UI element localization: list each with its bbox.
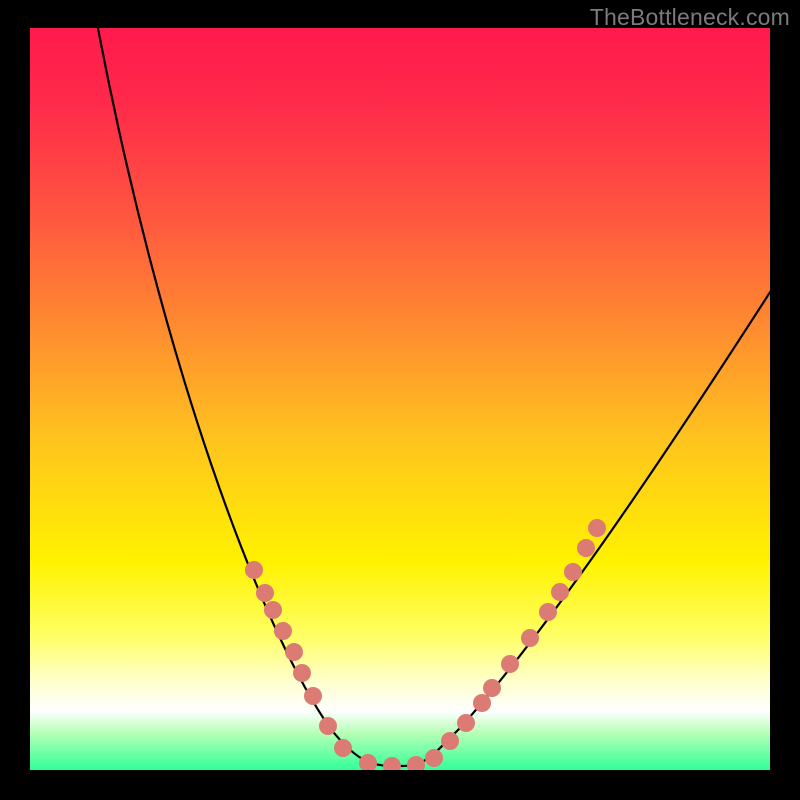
data-point: [274, 622, 292, 640]
data-point: [441, 732, 459, 750]
data-point: [501, 655, 519, 673]
data-point: [245, 561, 263, 579]
data-point: [285, 643, 303, 661]
data-point: [334, 739, 352, 757]
data-point: [483, 679, 501, 697]
data-point: [577, 539, 595, 557]
data-point: [407, 756, 425, 770]
data-point: [539, 603, 557, 621]
data-point: [521, 629, 539, 647]
data-point: [383, 757, 401, 770]
data-point: [264, 601, 282, 619]
dots-right-group: [425, 519, 606, 767]
dots-left-group: [245, 561, 425, 770]
data-point: [564, 563, 582, 581]
data-point: [293, 664, 311, 682]
watermark-text: TheBottleneck.com: [590, 4, 790, 31]
data-point: [551, 583, 569, 601]
dots-layer: [30, 28, 770, 770]
data-point: [256, 584, 274, 602]
data-point: [304, 687, 322, 705]
data-point: [359, 754, 377, 770]
data-point: [425, 749, 443, 767]
data-point: [457, 714, 475, 732]
data-point: [473, 694, 491, 712]
chart-plot-area: [30, 28, 770, 770]
data-point: [588, 519, 606, 537]
data-point: [319, 717, 337, 735]
